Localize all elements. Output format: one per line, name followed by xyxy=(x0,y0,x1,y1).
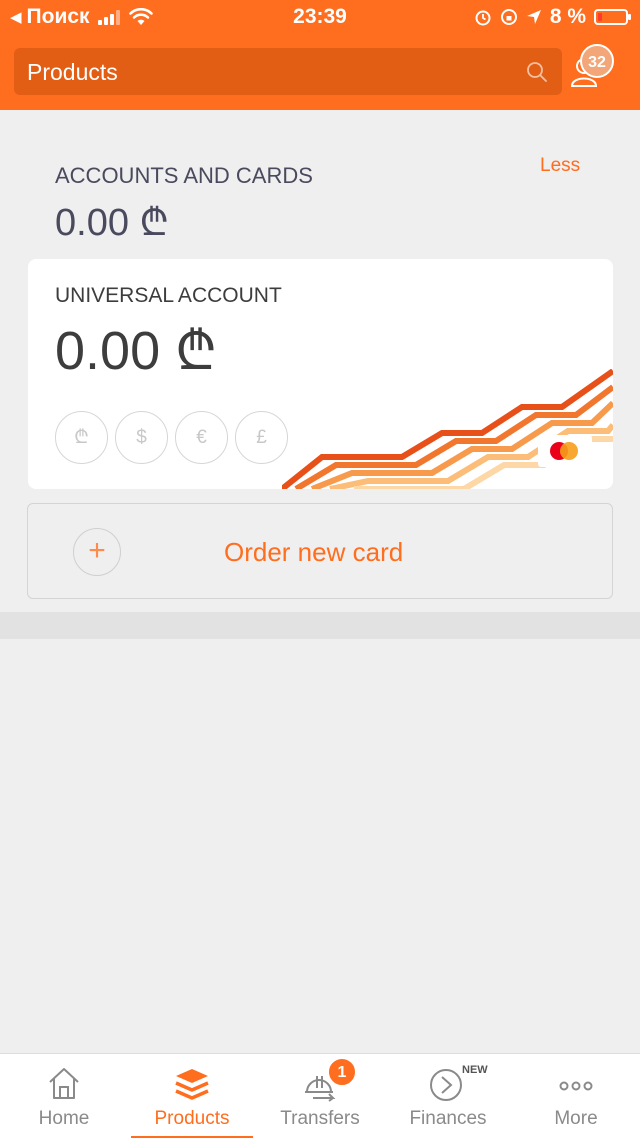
nav-transfers[interactable]: 1 Transfers xyxy=(256,1054,384,1138)
location-icon xyxy=(526,10,541,24)
status-right: 8 % xyxy=(474,5,631,29)
plus-icon: + xyxy=(73,528,121,576)
search-bar[interactable]: Products xyxy=(14,48,562,95)
layers-icon xyxy=(175,1069,209,1100)
nav-more-label: More xyxy=(554,1108,598,1129)
mastercard-logo xyxy=(538,435,592,467)
currency-list: ₾ $ € £ xyxy=(55,411,288,464)
currency-usd[interactable]: $ xyxy=(115,411,168,464)
card-stripes-graphic xyxy=(282,369,613,489)
nav-more[interactable]: More xyxy=(512,1054,640,1138)
summary-amount: 0.00 ₾ xyxy=(55,202,169,244)
currency-eur[interactable]: € xyxy=(175,411,228,464)
account-card[interactable]: UNIVERSAL ACCOUNT 0.00 ₾ ₾ $ € £ xyxy=(28,259,613,489)
page-title: Products xyxy=(27,59,118,85)
currency-gel[interactable]: ₾ xyxy=(55,411,108,464)
less-link[interactable]: Less xyxy=(540,155,580,177)
profile-button[interactable]: 32 xyxy=(568,44,628,94)
order-new-card-label: Order new card xyxy=(224,537,404,567)
bottom-nav: Home Products 1 Transfers NEW Finances M… xyxy=(0,1053,640,1138)
battery-percent: 8 % xyxy=(549,5,586,28)
nav-finances[interactable]: NEW Finances xyxy=(384,1054,512,1138)
new-tag: NEW xyxy=(462,1064,488,1076)
nav-finances-label: Finances xyxy=(409,1108,487,1129)
header-area: ◀ Поиск 23:39 8 % Products 32 xyxy=(0,0,640,110)
account-amount: 0.00 ₾ xyxy=(55,321,217,381)
section-divider xyxy=(0,612,640,639)
nav-products[interactable]: Products xyxy=(128,1054,256,1138)
rotation-lock-icon xyxy=(500,9,517,25)
nav-products-label: Products xyxy=(154,1108,230,1129)
alarm-icon xyxy=(475,10,491,26)
status-bar: ◀ Поиск 23:39 8 % xyxy=(0,0,640,34)
notification-badge: 32 xyxy=(580,44,614,78)
summary-title: ACCOUNTS AND CARDS xyxy=(55,163,313,188)
currency-gbp[interactable]: £ xyxy=(235,411,288,464)
nav-home[interactable]: Home xyxy=(0,1054,128,1138)
nav-transfers-label: Transfers xyxy=(280,1108,360,1129)
more-icon xyxy=(559,1081,593,1091)
home-icon xyxy=(49,1068,79,1099)
battery-icon xyxy=(594,9,631,25)
account-title: UNIVERSAL ACCOUNT xyxy=(55,284,282,307)
transfers-badge: 1 xyxy=(328,1058,356,1086)
nav-home-label: Home xyxy=(38,1108,90,1129)
search-icon[interactable] xyxy=(526,61,548,83)
order-new-card-button[interactable]: + Order new card xyxy=(27,503,613,599)
